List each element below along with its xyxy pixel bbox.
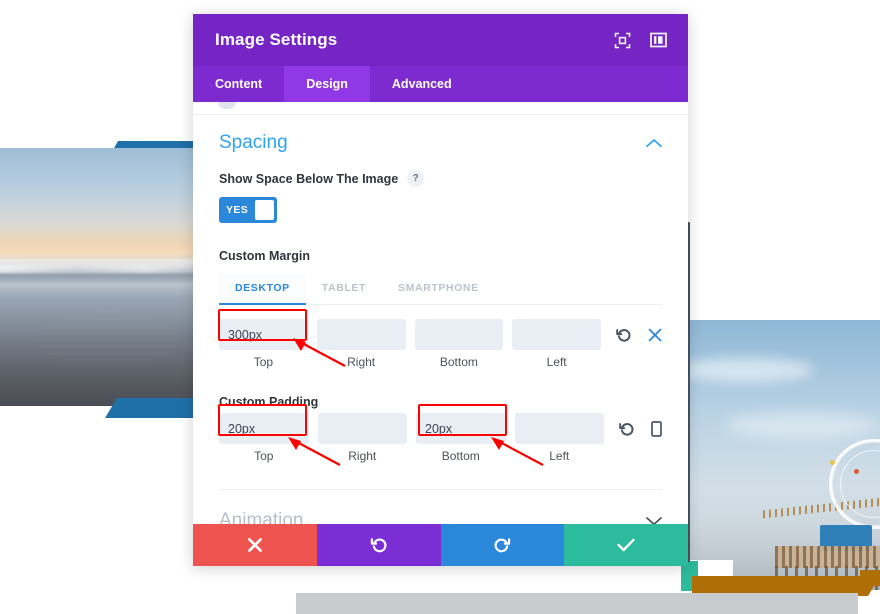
- beach-sunset-photo: [0, 148, 194, 406]
- margin-left-caption: Left: [546, 355, 567, 369]
- padding-left-caption: Left: [549, 449, 570, 463]
- margin-left-input[interactable]: [512, 319, 601, 350]
- margin-top-caption: Top: [253, 355, 274, 369]
- margin-top-cell: Top: [219, 319, 308, 369]
- custom-margin-label: Custom Margin: [219, 249, 310, 263]
- margin-device-tabs: DESKTOP TABLET SMARTPHONE: [219, 273, 662, 305]
- undo-button[interactable]: [316, 524, 441, 566]
- image-settings-modal: Image Settings Content Design Advanced S…: [193, 14, 688, 566]
- margin-top-input[interactable]: [219, 319, 308, 350]
- animation-section: Animation: [193, 490, 688, 524]
- show-space-label: Show Space Below The Image: [219, 171, 399, 186]
- modal-tabs: Content Design Advanced: [193, 66, 688, 102]
- custom-padding-actions: [613, 413, 662, 444]
- padding-right-cell: Right: [317, 413, 407, 463]
- padding-left-input[interactable]: [514, 413, 604, 444]
- padding-right-caption: Right: [348, 449, 377, 463]
- custom-padding-fields: Top Right Bottom Left: [219, 409, 662, 463]
- margin-right-input[interactable]: [316, 319, 406, 350]
- custom-margin-fields: Top Right Bottom Left: [219, 305, 662, 369]
- custom-margin-actions: [610, 319, 662, 350]
- custom-padding-label: Custom Padding: [219, 395, 319, 409]
- margin-right-cell: Right: [316, 319, 406, 369]
- redo-button[interactable]: [440, 524, 565, 566]
- modal-title-actions: [612, 30, 668, 50]
- device-tab-smartphone[interactable]: SMARTPHONE: [382, 273, 495, 304]
- reset-icon[interactable]: [619, 421, 635, 437]
- margin-bottom-input[interactable]: [414, 319, 504, 350]
- spacing-section-header[interactable]: Spacing: [219, 102, 662, 170]
- tab-content[interactable]: Content: [193, 66, 284, 102]
- padding-bottom-cell: Bottom: [416, 413, 506, 463]
- device-tab-tablet[interactable]: TABLET: [306, 273, 382, 304]
- chevron-up-icon[interactable]: [646, 138, 662, 148]
- padding-left-cell: Left: [514, 413, 604, 463]
- modal-titlebar: Image Settings: [193, 14, 688, 66]
- padding-bottom-input[interactable]: [416, 413, 506, 444]
- padding-right-input[interactable]: [317, 413, 407, 444]
- tab-design[interactable]: Design: [284, 66, 370, 102]
- padding-top-caption: Top: [254, 449, 274, 463]
- animation-section-header[interactable]: Animation: [219, 490, 662, 524]
- padding-bottom-caption: Bottom: [441, 449, 480, 463]
- blue-accent-bar-bottom: [105, 398, 205, 418]
- margin-right-caption: Right: [347, 355, 376, 369]
- toggle-knob: [255, 200, 274, 220]
- margin-bottom-caption: Bottom: [439, 355, 478, 369]
- show-space-toggle[interactable]: YES: [219, 197, 277, 223]
- modal-title: Image Settings: [215, 30, 338, 49]
- device-tab-desktop[interactable]: DESKTOP: [219, 273, 306, 305]
- cancel-button[interactable]: [193, 524, 317, 566]
- toggle-value-label: YES: [226, 204, 249, 216]
- modal-footer: [193, 524, 688, 566]
- padding-top-cell: Top: [219, 413, 309, 463]
- save-button[interactable]: [564, 524, 688, 566]
- show-space-label-row: Show Space Below The Image ?: [219, 170, 662, 187]
- tab-advanced[interactable]: Advanced: [370, 66, 474, 102]
- layout-panel-icon[interactable]: [648, 30, 668, 50]
- animation-section-title: Animation: [219, 510, 304, 524]
- padding-top-input[interactable]: [219, 413, 309, 444]
- focus-icon[interactable]: [612, 30, 632, 50]
- body-top-divider: [193, 114, 688, 115]
- grey-footer-strip: [296, 593, 858, 614]
- margin-bottom-cell: Bottom: [414, 319, 504, 369]
- spacing-section-title: Spacing: [219, 132, 288, 153]
- pier-ferris-wheel-photo: [689, 320, 880, 590]
- page-root: Image Settings Content Design Advanced S…: [0, 0, 880, 614]
- reset-icon[interactable]: [616, 327, 632, 343]
- orange-accent-strip-right: [860, 570, 880, 586]
- spacing-section: Spacing Show Space Below The Image ? YES…: [193, 102, 688, 490]
- mobile-device-icon[interactable]: [651, 420, 662, 437]
- margin-left-cell: Left: [512, 319, 601, 369]
- chevron-down-icon[interactable]: [646, 516, 662, 524]
- help-icon[interactable]: ?: [407, 170, 425, 187]
- close-icon[interactable]: [648, 328, 662, 342]
- modal-body: Spacing Show Space Below The Image ? YES…: [193, 102, 688, 524]
